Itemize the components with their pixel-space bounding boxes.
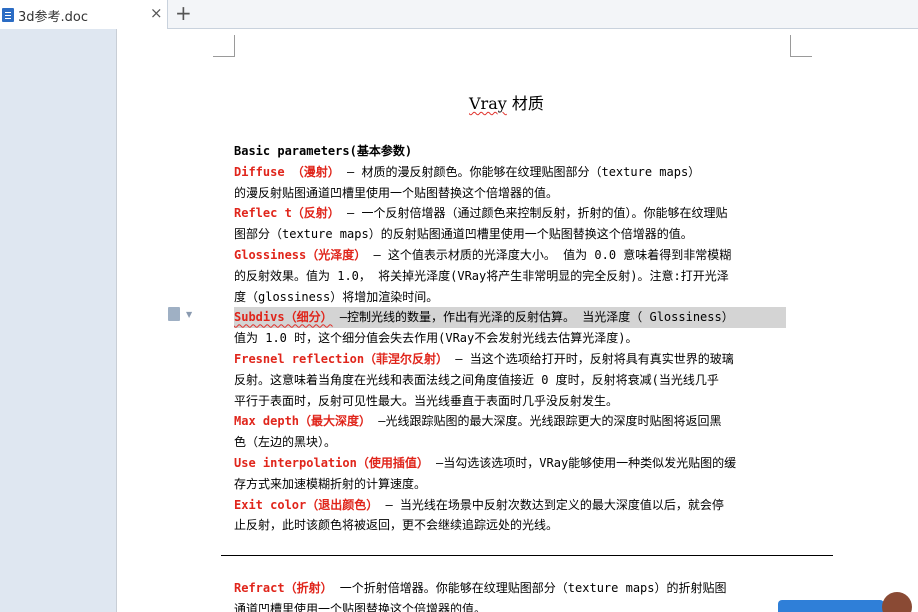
document-body: Basic parameters(基本参数) Diffuse （漫射） – 材质… <box>234 141 790 536</box>
horizontal-rule <box>221 555 833 556</box>
text-line: 的漫反射贴图通道凹槽里使用一个贴图替换这个倍增器的值。 <box>234 185 559 200</box>
document-title: Vray 材质 <box>469 94 544 113</box>
text-line: 存方式来加速模糊折射的计算速度。 <box>234 476 427 491</box>
term-label: Subdivs（细分） <box>234 310 333 325</box>
text-line: Refract（折射） 一个折射倍增器。你能够在纹理贴图部分（texture m… <box>234 581 727 595</box>
text-line: Reflec t（反射） – 一个反射倍增器（通过颜色来控制反射，折射的值）。你… <box>234 206 728 221</box>
selected-text-line[interactable]: Subdivs（细分） –控制光线的数量，作出有光泽的反射估算。 当光泽度（ G… <box>234 307 786 329</box>
new-tab-button[interactable]: + <box>175 1 192 25</box>
term-label: Diffuse （漫射） <box>234 164 340 179</box>
text-line: Diffuse （漫射） – 材质的漫反射颜色。你能够在纹理贴图部分（textu… <box>234 164 701 179</box>
text-line: Max depth（最大深度） –光线跟踪贴图的最大深度。光线跟踪更大的深度时贴… <box>234 414 722 429</box>
document-tab[interactable]: 3d参考.doc × <box>0 0 168 29</box>
paragraph-options-icon[interactable] <box>168 307 180 321</box>
term-label: Reflec t（反射） <box>234 206 340 221</box>
text-line: 通道凹槽里使用一个贴图替换这个倍增器的值。 <box>234 601 487 612</box>
tab-title: 3d参考.doc <box>18 10 89 25</box>
text-line: 反射。这意味着当角度在光线和表面法线之间角度值接近 0 度时，反射将衰减(当光线… <box>234 372 719 387</box>
assistant-bar[interactable] <box>778 600 884 612</box>
margin-corner-top-left <box>213 35 235 57</box>
term-label: Max depth（最大深度） <box>234 414 372 429</box>
text-line: 度（glossiness）将增加渲染时间。 <box>234 289 439 304</box>
text-line: Exit color（退出颜色） – 当光线在场景中反射次数达到定义的最大深度值… <box>234 497 724 512</box>
text-line: 平行于表面时，反射可见性最大。当光线垂直于表面时几乎没反射发生。 <box>234 393 619 408</box>
tab-bar: 3d参考.doc × + <box>0 0 918 29</box>
text-line: 色（左边的黑块）。 <box>234 435 337 450</box>
text-line: 止反射，此时该颜色将被返回，更不会继续追踪远处的光线。 <box>234 518 559 533</box>
close-tab-icon[interactable]: × <box>150 4 163 22</box>
text-line: Use interpolation（使用插值） –当勾选该选项时，VRay能够使… <box>234 455 737 470</box>
text-line: Fresnel reflection（菲涅尔反射） – 当这个选项给打开时，反射… <box>234 351 734 366</box>
margin-corner-top-right <box>790 35 812 57</box>
term-label: Refract（折射） <box>234 581 333 595</box>
term-label: Exit color（退出颜色） <box>234 497 379 512</box>
section-heading: Basic parameters(基本参数) <box>234 144 413 158</box>
term-label: Glossiness（光泽度） <box>234 247 367 262</box>
word-doc-icon <box>2 8 14 22</box>
text-line: 的反射效果。值为 1.0， 将关掉光泽度(VRay将产生非常明显的完全反射)。注… <box>234 268 729 283</box>
term-label: Use interpolation（使用插值） <box>234 455 429 470</box>
text-line: Glossiness（光泽度） – 这个值表示材质的光泽度大小。 值为 0.0 … <box>234 247 732 262</box>
document-body-continued: Refract（折射） 一个折射倍增器。你能够在纹理贴图部分（texture m… <box>234 578 790 612</box>
text-line: 值为 1.0 时，这个细分值会失去作用(VRay不会发射光线去估算光泽度)。 <box>234 331 638 346</box>
chevron-down-icon[interactable]: ▼ <box>186 310 192 319</box>
text-line: 图部分（texture maps）的反射贴图通道凹槽里使用一个贴图替换这个倍增器… <box>234 227 693 242</box>
term-label: Fresnel reflection（菲涅尔反射） <box>234 351 449 366</box>
